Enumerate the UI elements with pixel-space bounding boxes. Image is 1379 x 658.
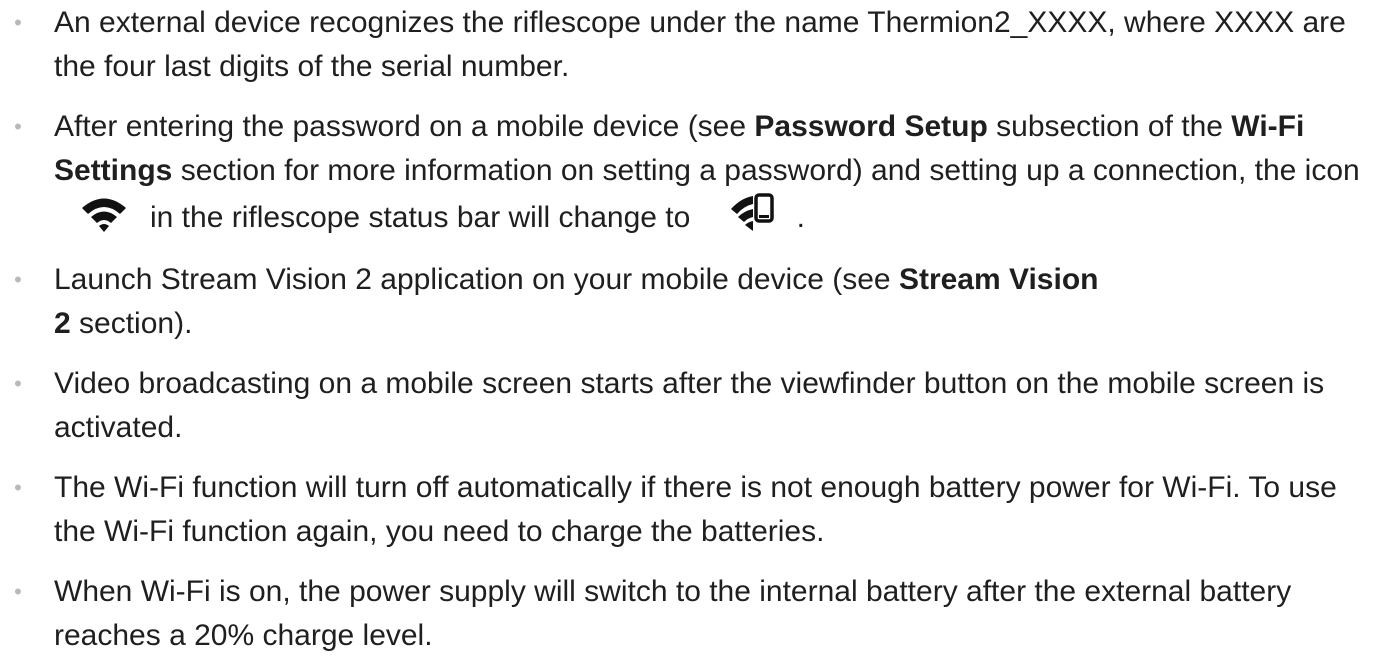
- bullet-marker: •: [14, 10, 22, 35]
- list-item: • After entering the password on a mobil…: [14, 105, 1374, 246]
- stream-vision-reference: Stream Vision: [898, 263, 1099, 296]
- list-item-text: .: [796, 201, 805, 234]
- wifi-connected-phone-icon: [729, 193, 775, 246]
- list-item-text: When Wi-Fi is on, the power supply will …: [54, 575, 1292, 652]
- list-item: • Video broadcasting on a mobile screen …: [14, 362, 1374, 450]
- list-item-text: Video broadcasting on a mobile screen st…: [54, 367, 1325, 444]
- bullet-marker: •: [14, 579, 22, 604]
- bullet-marker: •: [14, 371, 22, 396]
- bullet-marker: •: [14, 114, 22, 139]
- list-item-text: After entering the password on a mobile …: [54, 110, 755, 143]
- list-item: • The Wi-Fi function will turn off autom…: [14, 466, 1374, 554]
- list-item-text: An external device recognizes the rifles…: [54, 6, 1346, 83]
- list-item-text: section for more information on setting …: [172, 154, 1360, 187]
- list-item-text: The Wi-Fi function will turn off automat…: [54, 471, 1337, 548]
- wifi-icon: [80, 195, 128, 246]
- stream-vision-reference-number: 2: [54, 307, 71, 340]
- list-item-text: section).: [70, 307, 193, 340]
- list-item-text: Launch Stream Vision 2 application on yo…: [54, 263, 899, 296]
- bullet-marker: •: [14, 475, 22, 500]
- password-setup-reference: Password Setup: [754, 110, 988, 143]
- list-item: • When Wi-Fi is on, the power supply wil…: [14, 570, 1374, 658]
- bullet-marker: •: [14, 267, 22, 292]
- list-item: • Launch Stream Vision 2 application on …: [14, 258, 1254, 346]
- list-item-text: in the riflescope status bar will change…: [150, 201, 691, 234]
- list-item: • An external device recognizes the rifl…: [14, 1, 1374, 89]
- list-item-text: subsection of the: [987, 110, 1232, 143]
